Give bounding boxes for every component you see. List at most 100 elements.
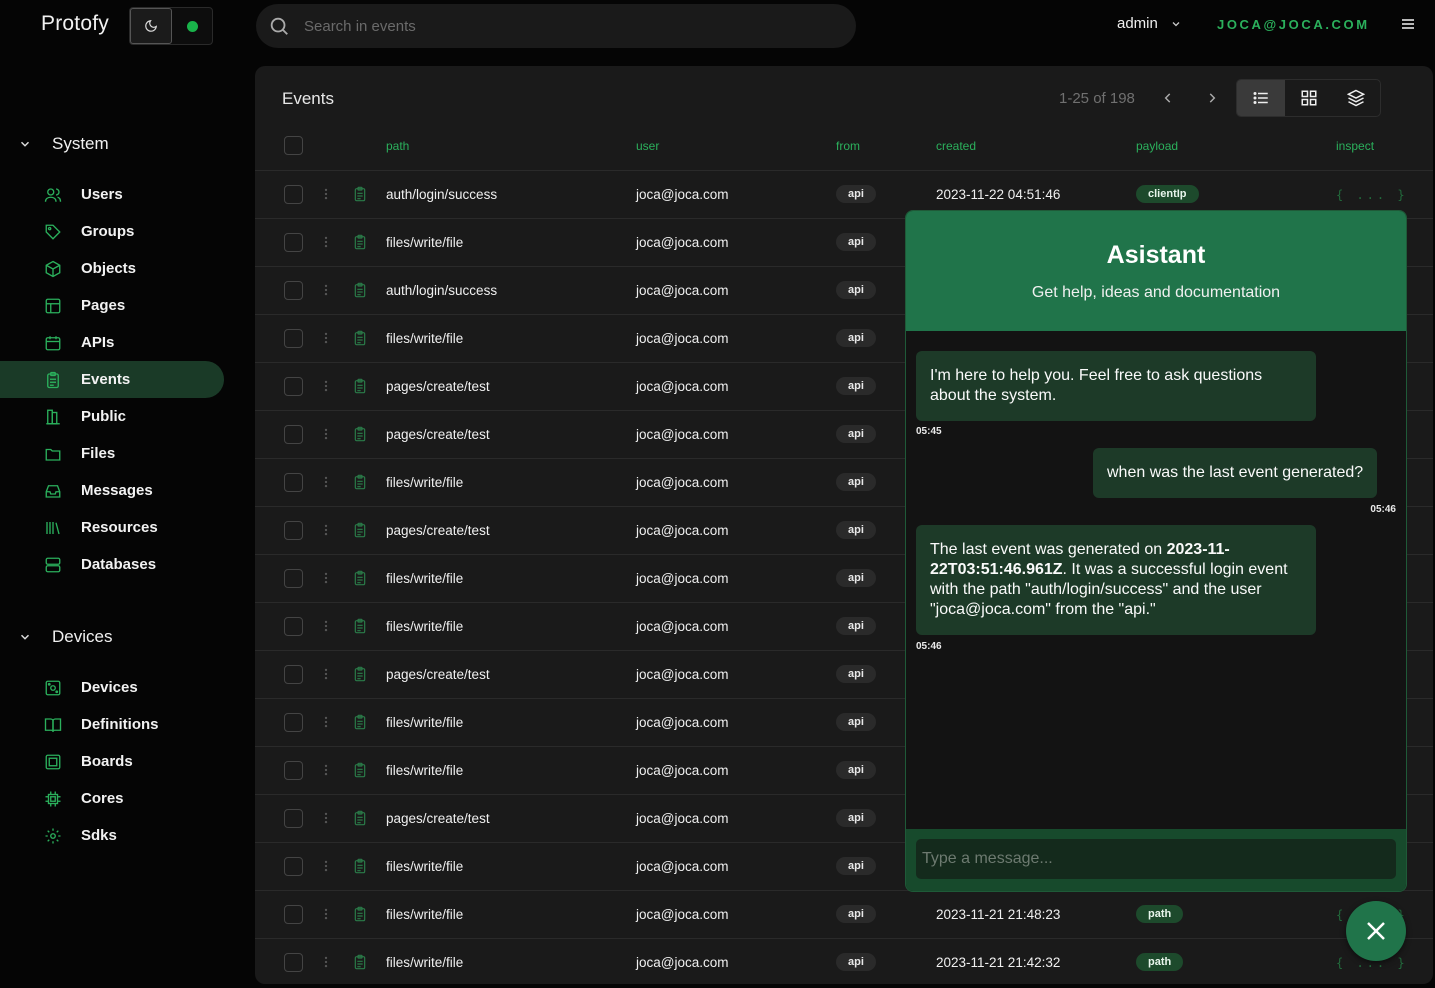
more-vertical-icon[interactable] (319, 762, 352, 778)
sidebar-item-definitions[interactable]: Definitions (0, 706, 224, 743)
row-checkbox[interactable] (284, 856, 303, 876)
more-vertical-icon[interactable] (319, 666, 352, 682)
sidebar-item-groups[interactable]: Groups (0, 213, 224, 250)
close-assistant-button[interactable] (1346, 901, 1406, 961)
sidebar-section-devices[interactable]: Devices (0, 613, 224, 661)
row-checkbox[interactable] (284, 568, 303, 588)
assistant-header: Asistant Get help, ideas and documentati… (906, 211, 1406, 331)
message-input[interactable] (916, 839, 1396, 879)
row-checkbox[interactable] (284, 232, 303, 252)
column-header-from[interactable]: from (836, 122, 936, 171)
cell-created: 2023-11-21 21:42:32 (936, 938, 1136, 984)
payload-badge[interactable]: path (1136, 953, 1184, 971)
row-checkbox[interactable] (284, 424, 303, 444)
box-icon (44, 260, 62, 278)
message-text: when was the last event generated? (1107, 464, 1364, 481)
tag-icon (44, 223, 62, 241)
inspect-button[interactable]: { ... } (1336, 188, 1408, 202)
user-menu[interactable]: admin (1117, 15, 1182, 32)
board-icon (44, 753, 62, 771)
more-vertical-icon[interactable] (319, 570, 352, 586)
row-checkbox[interactable] (284, 328, 303, 348)
sidebar-item-devices[interactable]: Devices (0, 669, 224, 706)
row-checkbox[interactable] (284, 520, 303, 540)
from-badge: api (836, 665, 876, 683)
sidebar-item-messages[interactable]: Messages (0, 472, 224, 509)
sidebar-item-objects[interactable]: Objects (0, 250, 224, 287)
layers-view-button[interactable] (1332, 80, 1380, 116)
row-checkbox[interactable] (284, 664, 303, 684)
more-vertical-icon[interactable] (319, 618, 352, 634)
column-header-created[interactable]: created (936, 122, 1136, 171)
sidebar-item-label: Groups (81, 223, 135, 240)
row-checkbox[interactable] (284, 184, 303, 204)
sidebar-section-system[interactable]: System (0, 120, 224, 168)
more-vertical-icon[interactable] (319, 282, 352, 298)
dark-mode-button[interactable] (130, 8, 172, 44)
clipboard-icon (352, 809, 386, 827)
table-row[interactable]: files/write/file joca@joca.com api 2023-11-… (255, 890, 1433, 939)
sidebar-item-sdks[interactable]: Sdks (0, 817, 224, 854)
cell-path: files/write/file (386, 602, 636, 651)
row-checkbox[interactable] (284, 808, 303, 828)
column-header-payload[interactable]: payload (1136, 122, 1336, 171)
column-header-path[interactable]: path (386, 122, 636, 171)
more-vertical-icon[interactable] (319, 474, 352, 490)
sidebar-item-apis[interactable]: APIs (0, 324, 224, 361)
more-vertical-icon[interactable] (319, 714, 352, 730)
status-button[interactable] (172, 8, 212, 44)
chevron-right-icon[interactable] (1205, 89, 1219, 107)
library-icon (44, 408, 62, 426)
chevron-left-icon[interactable] (1161, 89, 1175, 107)
sidebar-item-events[interactable]: Events (0, 361, 224, 398)
menu-icon[interactable] (1400, 16, 1416, 32)
cell-path: auth/login/success (386, 170, 636, 219)
payload-badge[interactable]: path (1136, 905, 1184, 923)
row-checkbox[interactable] (284, 376, 303, 396)
list-view-button[interactable] (1237, 80, 1285, 116)
row-checkbox[interactable] (284, 280, 303, 300)
app-logo[interactable]: Protofy (41, 12, 109, 36)
sidebar-item-files[interactable]: Files (0, 435, 224, 472)
row-checkbox[interactable] (284, 760, 303, 780)
sidebar-item-resources[interactable]: Resources (0, 509, 224, 546)
sidebar-item-pages[interactable]: Pages (0, 287, 224, 324)
more-vertical-icon[interactable] (319, 954, 352, 970)
column-header-inspect[interactable]: inspect (1336, 122, 1433, 171)
row-checkbox[interactable] (284, 472, 303, 492)
book-open-icon (44, 716, 62, 734)
cell-path: pages/create/test (386, 506, 636, 555)
sidebar-item-boards[interactable]: Boards (0, 743, 224, 780)
table-row[interactable]: files/write/file joca@joca.com api 2023-11-… (255, 938, 1433, 984)
row-checkbox[interactable] (284, 616, 303, 636)
more-vertical-icon[interactable] (319, 330, 352, 346)
more-vertical-icon[interactable] (319, 234, 352, 250)
more-vertical-icon[interactable] (319, 378, 352, 394)
layers-icon (1347, 89, 1366, 107)
row-checkbox[interactable] (284, 952, 303, 972)
sidebar-item-cores[interactable]: Cores (0, 780, 224, 817)
sidebar-item-databases[interactable]: Databases (0, 546, 224, 583)
sidebar-item-users[interactable]: Users (0, 176, 224, 213)
grid-view-button[interactable] (1285, 80, 1333, 116)
row-checkbox[interactable] (284, 712, 303, 732)
search-input[interactable] (304, 17, 804, 35)
more-vertical-icon[interactable] (319, 186, 352, 202)
clipboard-icon (352, 281, 386, 299)
payload-badge[interactable]: clientIp (1136, 185, 1199, 203)
sidebar-item-label: Boards (81, 753, 133, 770)
sidebar-item-public[interactable]: Public (0, 398, 224, 435)
cell-user: joca@joca.com (636, 938, 836, 984)
cell-user: joca@joca.com (636, 746, 836, 795)
user-email-link[interactable]: JOCA@JOCA.COM (1217, 17, 1370, 32)
more-vertical-icon[interactable] (319, 426, 352, 442)
column-header-user[interactable]: user (636, 122, 836, 171)
more-vertical-icon[interactable] (319, 858, 352, 874)
sidebar-item-label: Messages (81, 482, 153, 499)
more-vertical-icon[interactable] (319, 906, 352, 922)
more-vertical-icon[interactable] (319, 522, 352, 538)
select-all-checkbox[interactable] (284, 136, 303, 156)
row-checkbox[interactable] (284, 904, 303, 924)
more-vertical-icon[interactable] (319, 810, 352, 826)
clipboard-icon (352, 473, 386, 491)
